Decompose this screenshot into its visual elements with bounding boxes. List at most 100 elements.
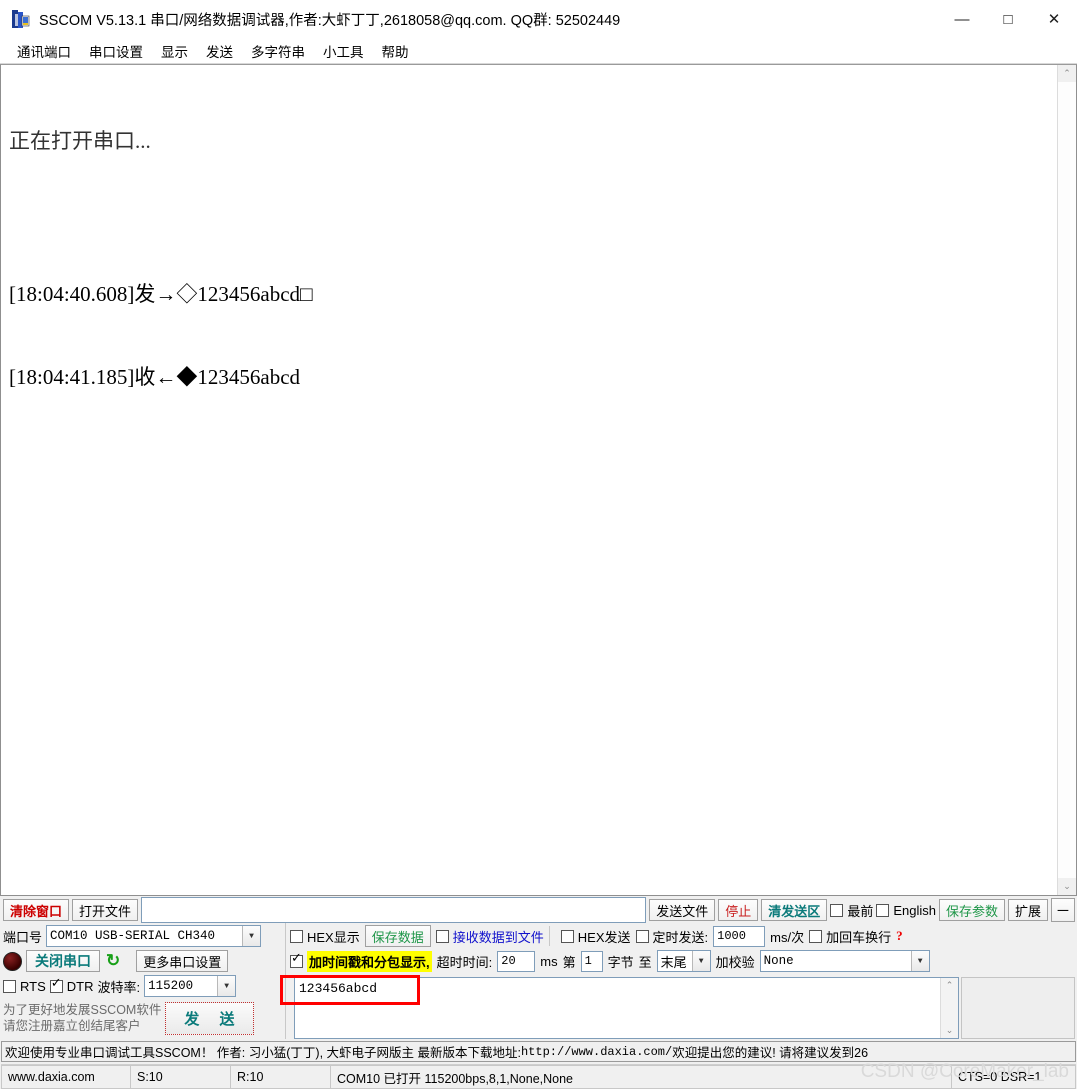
log-line-opening: 正在打开串口... (9, 129, 151, 154)
timestamp-label: 加时间戳和分包显示, (307, 950, 432, 972)
status-website[interactable]: www.daxia.com (1, 1065, 131, 1089)
send-area-scrollbar[interactable]: ⌃ ⌄ (940, 978, 958, 1038)
receive-log-text[interactable]: 正在打开串口... [18:04:40.608]发→◇123456abcd□ [… (1, 65, 1057, 895)
receive-area[interactable]: 正在打开串口... [18:04:40.608]发→◇123456abcd□ [… (0, 64, 1077, 896)
scroll-down-icon[interactable]: ⌄ (1058, 878, 1076, 895)
dtr-checkbox-row[interactable]: DTR (49, 977, 94, 994)
marquee-text-a: 欢迎使用专业串口调试工具SSCOM！ 作者: 习小猛(丁丁), 大虾电子网版主 … (5, 1046, 521, 1060)
sscom-window: SSCOM V5.13.1 串口/网络数据调试器,作者:大虾丁丁,2618058… (0, 0, 1077, 1089)
log-line-blank (9, 212, 1053, 226)
refresh-icon[interactable]: ↻ (104, 951, 122, 971)
checksum-chevron-down-icon[interactable]: ▼ (910, 951, 929, 971)
serial-settings-column: 端口号 COM10 USB-SERIAL CH340 ▼ 关闭串口 ↻ 更多串口… (3, 923, 285, 1039)
more-settings-button[interactable]: 更多串口设置 (136, 950, 229, 972)
menu-bar: 通讯端口 串口设置 显示 发送 多字符串 小工具 帮助 (0, 38, 1077, 64)
baud-select[interactable]: 115200 ▼ (144, 975, 237, 997)
topmost-checkbox-row[interactable]: 最前 (830, 901, 873, 920)
timeout-input[interactable] (497, 950, 536, 972)
send-text-area[interactable]: 123456abcd ⌃ ⌄ (294, 977, 959, 1039)
menu-item-tools[interactable]: 小工具 (314, 39, 373, 63)
recv-to-file-label: 接收数据到文件 (452, 929, 544, 945)
collapse-button[interactable]: ─ (1051, 898, 1075, 922)
dtr-label: DTR (66, 978, 94, 994)
menu-item-serial-settings[interactable]: 串口设置 (80, 39, 152, 63)
timed-send-checkbox[interactable] (635, 929, 649, 943)
hex-display-label: HEX显示 (307, 929, 360, 945)
save-data-button[interactable]: 保存数据 (364, 925, 431, 947)
send-text-value[interactable]: 123456abcd (295, 978, 940, 1038)
crlf-row[interactable]: 加回车换行 (809, 927, 891, 946)
crlf-checkbox[interactable] (809, 929, 823, 943)
rts-checkbox[interactable] (3, 979, 16, 993)
divider (548, 926, 556, 946)
timestamp-row[interactable]: 加时间戳和分包显示, (290, 950, 432, 972)
status-received-count: R:10 (231, 1065, 331, 1089)
timestamp-checkbox[interactable] (290, 952, 303, 968)
close-button[interactable]: ✕ (1031, 0, 1077, 38)
chevron-down-icon[interactable]: ▼ (242, 926, 261, 946)
save-params-button[interactable]: 保存参数 (938, 899, 1005, 921)
log-line-tx: [18:04:40.608]发→◇123456abcd□ (9, 282, 313, 307)
recv-to-file-row[interactable]: 接收数据到文件 (435, 927, 544, 946)
byte-end-select[interactable]: 末尾 ▼ (656, 950, 711, 972)
port-select[interactable]: COM10 USB-SERIAL CH340 ▼ (46, 925, 262, 947)
dtr-checkbox[interactable] (49, 977, 63, 993)
clear-send-area-button[interactable]: 清发送区 (761, 899, 828, 921)
status-bar: www.daxia.com S:10 R:10 COM10 已打开 115200… (1, 1064, 1076, 1089)
english-checkbox[interactable] (876, 903, 890, 917)
marquee-text-b: 欢迎提出您的建议! 请将建议发到26 (672, 1046, 869, 1060)
timeout-unit-label: ms (540, 953, 558, 969)
baud-label: 波特率: (97, 979, 141, 995)
hex-send-checkbox[interactable] (560, 929, 574, 943)
scrolling-info-bar: 欢迎使用专业串口调试工具SSCOM！ 作者: 习小猛(丁丁), 大虾电子网版主 … (1, 1041, 1076, 1062)
clear-window-button[interactable]: 清除窗口 (3, 899, 70, 921)
send-scroll-up-icon[interactable]: ⌃ (946, 978, 954, 993)
send-button[interactable]: 发 送 (165, 1002, 254, 1035)
receive-scrollbar[interactable]: ⌃ ⌄ (1057, 65, 1076, 895)
send-file-button[interactable]: 发送文件 (649, 899, 716, 921)
port-row: 端口号 COM10 USB-SERIAL CH340 ▼ (3, 925, 285, 947)
maximize-button[interactable]: □ (985, 0, 1031, 38)
window-controls: — □ ✕ (939, 0, 1077, 38)
topmost-checkbox[interactable] (830, 903, 844, 917)
baud-chevron-down-icon[interactable]: ▼ (217, 976, 236, 996)
stop-button[interactable]: 停止 (718, 899, 759, 921)
marquee-url[interactable]: http://www.daxia.com/ (521, 1045, 672, 1059)
menu-item-display[interactable]: 显示 (152, 39, 197, 63)
english-checkbox-row[interactable]: English (876, 903, 936, 918)
timed-send-interval-input[interactable] (713, 925, 766, 947)
extend-button[interactable]: 扩展 (1007, 899, 1048, 921)
hex-display-row[interactable]: HEX显示 (290, 927, 360, 946)
help-icon[interactable]: ? (896, 928, 903, 944)
menu-item-multi-string[interactable]: 多字符串 (242, 39, 314, 63)
open-file-button[interactable]: 打开文件 (72, 899, 139, 921)
ms-per-time-label: ms/次 (770, 929, 805, 945)
hex-send-row[interactable]: HEX发送 (560, 927, 631, 946)
byte-start-input[interactable] (580, 950, 603, 972)
hex-display-checkbox[interactable] (290, 929, 303, 943)
menu-item-send[interactable]: 发送 (197, 39, 242, 63)
byte-end-chevron-down-icon[interactable]: ▼ (691, 951, 710, 971)
menu-item-help[interactable]: 帮助 (373, 39, 418, 63)
scroll-track[interactable] (1058, 82, 1076, 878)
timestamp-options-row: 加时间戳和分包显示, 超时时间: ms 第 字节 至 末尾 ▼ 加校验 No (290, 950, 1075, 972)
timed-send-label: 定时发送: (652, 929, 709, 945)
checksum-label: 加校验 (715, 954, 755, 970)
recv-to-file-checkbox[interactable] (435, 929, 449, 943)
minimize-button[interactable]: — (939, 0, 985, 38)
checksum-select[interactable]: None ▼ (759, 950, 930, 972)
menu-item-comm-port[interactable]: 通讯端口 (8, 39, 80, 63)
send-scroll-down-icon[interactable]: ⌄ (946, 1023, 954, 1038)
byte-to-label: 至 (638, 954, 652, 970)
timeout-label: 超时时间: (436, 954, 493, 970)
rts-label: RTS (20, 978, 46, 994)
timed-send-row[interactable]: 定时发送: (635, 927, 709, 946)
rts-checkbox-row[interactable]: RTS (3, 979, 46, 994)
status-led-icon (3, 951, 22, 971)
file-path-input[interactable] (141, 897, 647, 923)
checksum-value: None (763, 954, 794, 968)
scroll-up-icon[interactable]: ⌃ (1058, 65, 1076, 82)
close-port-button[interactable]: 关闭串口 (26, 950, 100, 972)
log-line-rx: [18:04:41.185]收←◆123456abcd (9, 365, 301, 390)
port-action-row: 关闭串口 ↻ 更多串口设置 (3, 950, 285, 972)
